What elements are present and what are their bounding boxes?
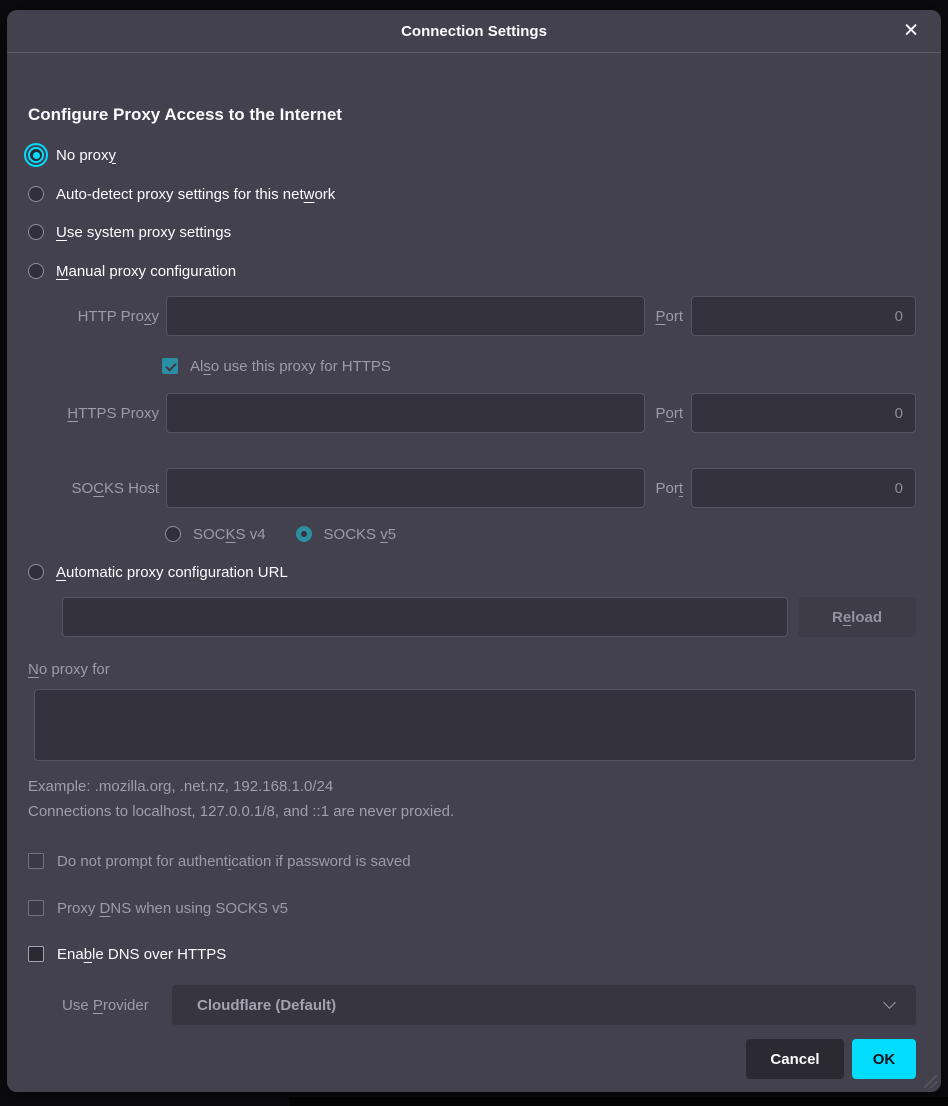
use-system-label: Use system proxy settings — [56, 224, 231, 241]
also-https-label: Also use this proxy for HTTPS — [190, 358, 391, 375]
page-background: { "window": { "title": "Connection Setti… — [0, 0, 948, 1106]
https-proxy-label: HTTPS Proxy — [7, 405, 159, 422]
close-icon[interactable]: ✕ — [897, 18, 925, 45]
radio-row-manual: Manual proxy configuration — [28, 259, 941, 283]
dialog-actions: Cancel OK — [7, 1039, 916, 1079]
provider-select[interactable]: Cloudflare (Default) — [172, 985, 916, 1025]
cancel-button[interactable]: Cancel — [746, 1039, 844, 1079]
chevron-down-icon — [883, 996, 896, 1009]
manual-proxy-radio[interactable] — [28, 263, 44, 279]
http-port-label: Port — [655, 308, 683, 325]
enable-doh-row: Enable DNS over HTTPS — [28, 942, 941, 966]
http-proxy-label: HTTP Proxy — [7, 308, 159, 325]
radio-row-auto-url: Automatic proxy configuration URL — [28, 560, 941, 584]
no-proxy-label: No proxy — [56, 147, 116, 164]
no-prompt-row: Do not prompt for authentication if pass… — [28, 849, 941, 873]
no-proxy-example-text: Example: .mozilla.org, .net.nz, 192.168.… — [28, 778, 941, 798]
manual-proxy-label: Manual proxy configuration — [56, 263, 236, 280]
radio-row-use-system: Use system proxy settings — [28, 220, 941, 244]
resize-handle-icon[interactable] — [924, 1075, 937, 1088]
also-https-row: Also use this proxy for HTTPS — [162, 354, 941, 378]
no-proxy-radio[interactable] — [28, 147, 44, 163]
auto-url-label: Automatic proxy configuration URL — [56, 564, 288, 581]
socks-v5-radio[interactable] — [296, 526, 312, 542]
http-port-input[interactable] — [691, 296, 916, 336]
also-https-checkbox[interactable] — [162, 358, 178, 374]
http-proxy-input[interactable] — [166, 296, 645, 336]
auto-url-row: Reload — [62, 597, 916, 637]
https-port-label: Port — [655, 405, 683, 422]
socks-v5-label: SOCKS v5 — [324, 526, 397, 543]
dialog-titlebar: Connection Settings ✕ — [7, 10, 941, 53]
proxy-dns-checkbox[interactable] — [28, 900, 44, 916]
provider-row: Use Provider Cloudflare (Default) — [62, 985, 916, 1025]
proxy-dns-row: Proxy DNS when using SOCKS v5 — [28, 896, 941, 920]
socks-host-input[interactable] — [166, 468, 645, 508]
auto-url-radio[interactable] — [28, 564, 44, 580]
ok-button[interactable]: OK — [852, 1039, 916, 1079]
socks-host-label: SOCKS Host — [7, 480, 159, 497]
auto-url-input[interactable] — [62, 597, 788, 637]
enable-doh-label: Enable DNS over HTTPS — [57, 946, 226, 963]
https-proxy-input[interactable] — [166, 393, 645, 433]
socks-port-label: Port — [655, 480, 683, 497]
socks-v4-label: SOCKS v4 — [193, 526, 266, 543]
socks-port-input[interactable] — [691, 468, 916, 508]
dialog-body: Configure Proxy Access to the Internet N… — [7, 105, 941, 1079]
enable-doh-checkbox[interactable] — [28, 946, 44, 962]
use-system-radio[interactable] — [28, 224, 44, 240]
page-title: Configure Proxy Access to the Internet — [28, 105, 941, 127]
proxy-dns-label: Proxy DNS when using SOCKS v5 — [57, 900, 288, 917]
no-proxy-for-label: No proxy for — [28, 661, 941, 681]
background-page — [290, 1097, 948, 1106]
no-prompt-label: Do not prompt for authentication if pass… — [57, 853, 411, 870]
radio-row-no-proxy: No proxy — [28, 143, 941, 167]
reload-button[interactable]: Reload — [798, 597, 916, 637]
connection-settings-dialog: Connection Settings ✕ Configure Proxy Ac… — [7, 10, 941, 1092]
https-port-input[interactable] — [691, 393, 916, 433]
no-prompt-checkbox[interactable] — [28, 853, 44, 869]
auto-detect-label: Auto-detect proxy settings for this netw… — [56, 186, 335, 203]
http-proxy-row: HTTP Proxy Port — [7, 296, 916, 336]
https-proxy-row: HTTPS Proxy Port — [7, 393, 916, 433]
localhost-note-text: Connections to localhost, 127.0.0.1/8, a… — [28, 803, 941, 823]
socks-host-row: SOCKS Host Port — [7, 468, 916, 508]
no-proxy-for-textarea[interactable] — [34, 689, 916, 761]
provider-selected-value: Cloudflare (Default) — [197, 997, 336, 1014]
dialog-title: Connection Settings — [401, 23, 547, 40]
radio-row-auto-detect: Auto-detect proxy settings for this netw… — [28, 182, 941, 206]
socks-v4-radio[interactable] — [165, 526, 181, 542]
socks-version-row: SOCKS v4 SOCKS v5 — [165, 522, 941, 546]
auto-detect-radio[interactable] — [28, 186, 44, 202]
use-provider-label: Use Provider — [62, 997, 167, 1014]
